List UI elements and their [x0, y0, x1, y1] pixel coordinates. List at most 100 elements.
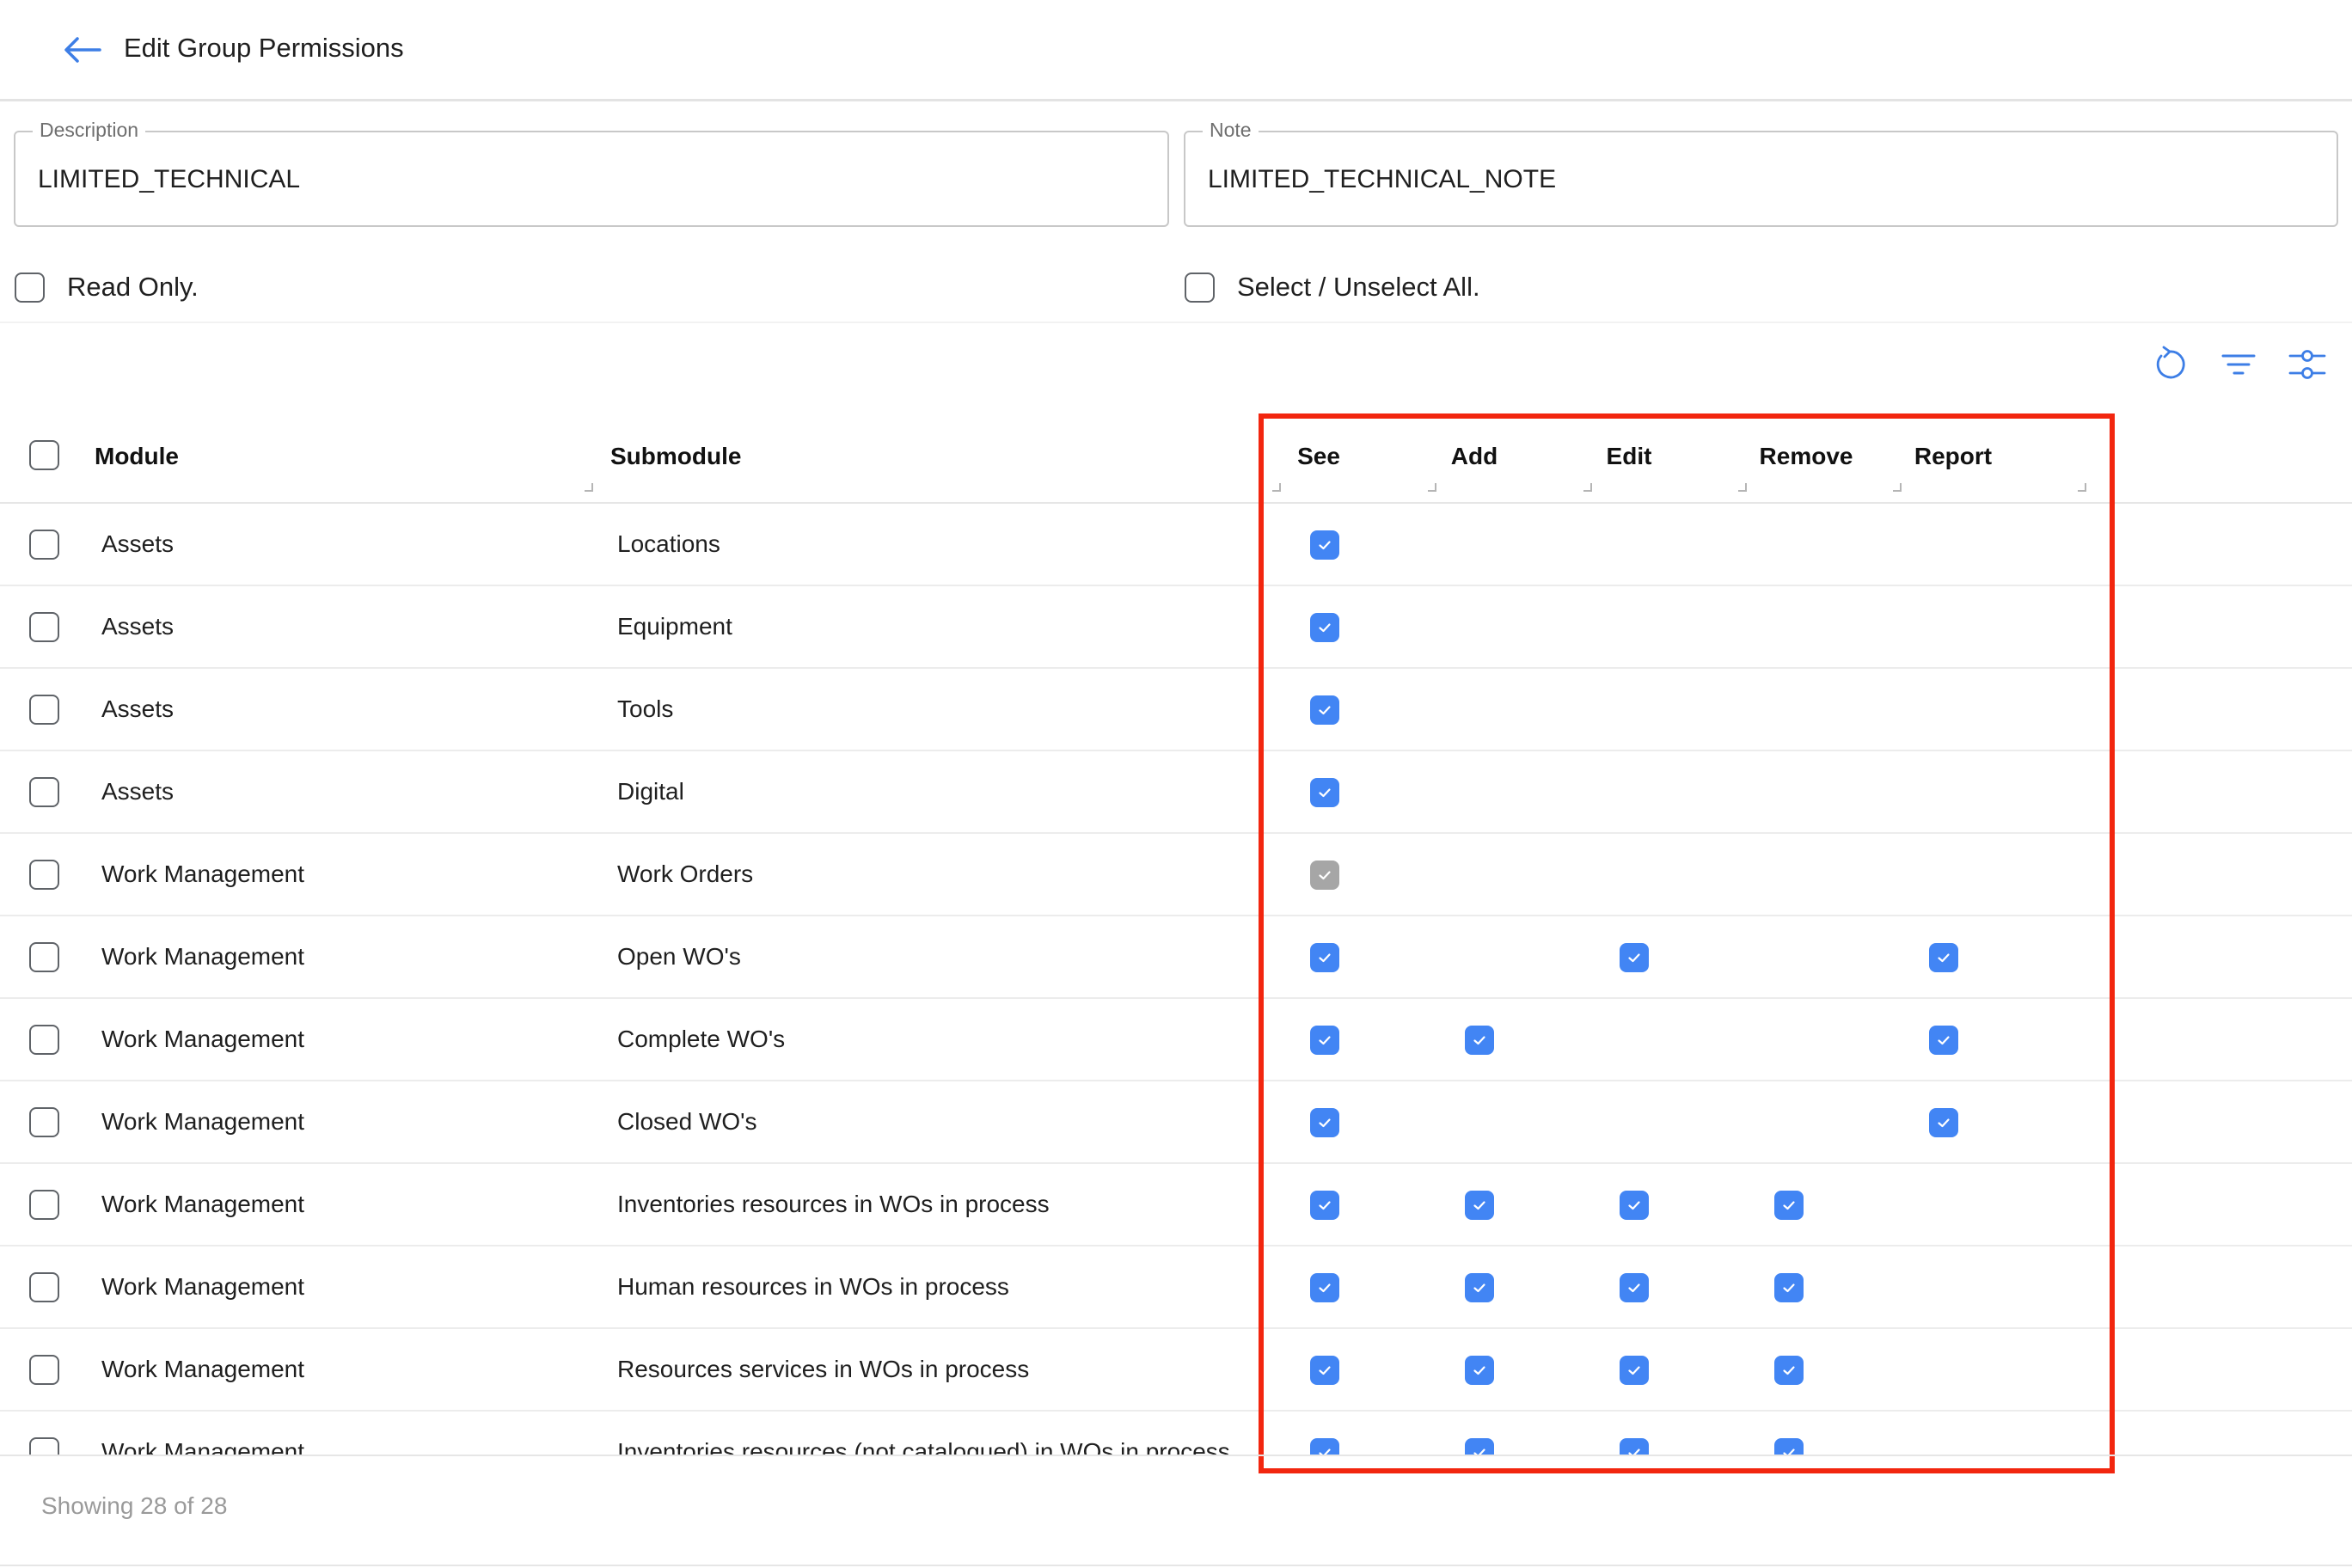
column-resize-handle[interactable]	[1272, 483, 1281, 492]
cell-module: Assets	[101, 613, 175, 640]
checkmark-icon	[1319, 1036, 1331, 1045]
column-resize-handle[interactable]	[2078, 483, 2086, 492]
column-resize-handle[interactable]	[1583, 483, 1592, 492]
refresh-button[interactable]	[2149, 344, 2190, 385]
row-select-checkbox[interactable]	[29, 1272, 59, 1302]
column-resize-handle[interactable]	[1893, 483, 1902, 492]
cell-module: Work Management	[101, 1273, 305, 1300]
permission-checkbox-add[interactable]	[1465, 1273, 1494, 1302]
row-select-checkbox[interactable]	[29, 1190, 59, 1220]
cell-module: Work Management	[101, 1191, 305, 1217]
column-resize-handle[interactable]	[1738, 483, 1747, 492]
permission-checkbox-see[interactable]	[1310, 695, 1339, 725]
column-header-module[interactable]: Module	[95, 442, 179, 471]
permission-checkbox-see[interactable]	[1310, 1356, 1339, 1385]
permission-checkbox-edit[interactable]	[1620, 1191, 1649, 1220]
row-select-checkbox[interactable]	[29, 942, 59, 972]
column-header-see[interactable]: See	[1297, 442, 1340, 471]
permission-checkbox-remove[interactable]	[1774, 1356, 1804, 1385]
permission-checkbox-see[interactable]	[1310, 1438, 1339, 1455]
permission-checkbox-edit[interactable]	[1620, 1273, 1649, 1302]
table-row: Assets Digital	[0, 751, 2352, 834]
column-settings-button[interactable]	[2287, 344, 2328, 385]
row-select-checkbox[interactable]	[29, 695, 59, 725]
select-all-option[interactable]: Select / Unselect All.	[1185, 268, 1480, 306]
permission-checkbox-remove[interactable]	[1774, 1273, 1804, 1302]
column-header-remove[interactable]: Remove	[1760, 442, 1853, 471]
note-field[interactable]: Note LIMITED_TECHNICAL_NOTE	[1184, 117, 2338, 227]
cell-submodule: Open WO's	[617, 943, 741, 970]
row-select-checkbox[interactable]	[29, 1355, 59, 1385]
permission-checkbox-edit[interactable]	[1620, 943, 1649, 972]
column-resize-handle[interactable]	[585, 483, 593, 492]
checkmark-icon	[1938, 1118, 1950, 1128]
checkmark-icon	[1319, 1201, 1331, 1210]
permission-checkbox-remove[interactable]	[1774, 1191, 1804, 1220]
permission-checkbox-see[interactable]	[1310, 530, 1339, 560]
read-only-option[interactable]: Read Only.	[15, 268, 199, 306]
table-row: Assets Locations	[0, 504, 2352, 586]
description-label: Description	[33, 117, 146, 143]
note-label: Note	[1203, 117, 1259, 143]
cell-submodule: Resources services in WOs in process	[617, 1356, 1030, 1382]
table-row: Work Management Closed WO's	[0, 1081, 2352, 1164]
permission-checkbox-see[interactable]	[1310, 943, 1339, 972]
row-select-checkbox[interactable]	[29, 860, 59, 890]
row-select-checkbox[interactable]	[29, 612, 59, 642]
permission-checkbox-add[interactable]	[1465, 1026, 1494, 1055]
checkmark-icon	[1473, 1283, 1485, 1293]
table-body: Assets Locations Assets Equipment Assets Tool…	[0, 504, 2352, 1455]
checkmark-icon	[1473, 1449, 1485, 1455]
permission-checkbox-see[interactable]	[1310, 1108, 1339, 1137]
permission-checkbox-see[interactable]	[1310, 613, 1339, 642]
cell-module: Work Management	[101, 1026, 305, 1052]
back-button[interactable]	[58, 29, 107, 70]
checkmark-icon	[1783, 1449, 1795, 1455]
filter-button[interactable]	[2218, 344, 2259, 385]
description-field[interactable]: Description LIMITED_TECHNICAL	[14, 117, 1169, 227]
permission-checkbox-see[interactable]	[1310, 1191, 1339, 1220]
select-all-rows-checkbox[interactable]	[29, 440, 59, 470]
cell-module: Work Management	[101, 1108, 305, 1135]
permission-checkbox-see[interactable]	[1310, 1026, 1339, 1055]
permission-checkbox-add[interactable]	[1465, 1191, 1494, 1220]
note-value[interactable]: LIMITED_TECHNICAL_NOTE	[1208, 162, 1556, 198]
checkmark-icon	[1628, 1201, 1640, 1210]
row-select-checkbox[interactable]	[29, 1107, 59, 1137]
permission-checkbox-see[interactable]	[1310, 1273, 1339, 1302]
checkmark-icon	[1783, 1283, 1795, 1293]
permission-checkbox-add[interactable]	[1465, 1356, 1494, 1385]
table-row: Work Management Inventories resources (no…	[0, 1412, 2352, 1455]
table-row: Assets Tools	[0, 669, 2352, 751]
column-resize-handle[interactable]	[1428, 483, 1436, 492]
cell-submodule: Inventories resources (not catalogued) i…	[617, 1438, 1230, 1455]
permission-checkbox-add[interactable]	[1465, 1438, 1494, 1455]
column-header-submodule[interactable]: Submodule	[610, 442, 741, 471]
read-only-checkbox[interactable]	[15, 272, 45, 303]
permission-checkbox-report[interactable]	[1929, 1026, 1958, 1055]
cell-submodule: Locations	[617, 530, 720, 557]
column-header-edit[interactable]: Edit	[1607, 442, 1652, 471]
row-select-checkbox[interactable]	[29, 530, 59, 560]
table-row: Work Management Open WO's	[0, 916, 2352, 999]
column-header-report[interactable]: Report	[1914, 442, 1992, 471]
filter-icon	[2221, 354, 2256, 375]
permission-checkbox-remove[interactable]	[1774, 1438, 1804, 1455]
row-count-label: Showing 28 of 28	[41, 1492, 228, 1519]
permission-checkbox-edit[interactable]	[1620, 1438, 1649, 1455]
permission-checkbox-report[interactable]	[1929, 1108, 1958, 1137]
column-header-add[interactable]: Add	[1451, 442, 1498, 471]
description-value[interactable]: LIMITED_TECHNICAL	[38, 162, 300, 198]
column-settings-icon	[2288, 350, 2326, 379]
row-select-checkbox[interactable]	[29, 1437, 59, 1455]
permission-checkbox-report[interactable]	[1929, 943, 1958, 972]
row-select-checkbox[interactable]	[29, 1025, 59, 1055]
permission-checkbox-see[interactable]	[1310, 778, 1339, 807]
checkmark-icon	[1319, 706, 1331, 715]
select-all-checkbox[interactable]	[1185, 272, 1215, 303]
table-header: Module Submodule See Add Edit Remove Rep…	[0, 404, 2352, 504]
permission-checkbox-edit[interactable]	[1620, 1356, 1649, 1385]
row-select-checkbox[interactable]	[29, 777, 59, 807]
table-row: Work Management Work Orders	[0, 834, 2352, 916]
cell-submodule: Digital	[617, 778, 684, 805]
